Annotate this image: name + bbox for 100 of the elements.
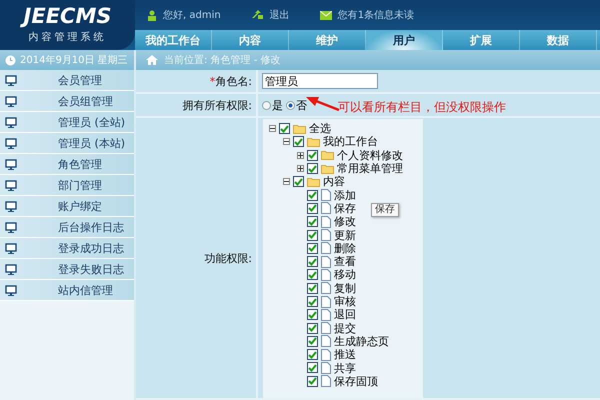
field-label: 拥有所有权限: [182, 98, 252, 112]
tree-label[interactable]: 更新 [334, 228, 356, 243]
tree-label[interactable]: 个人资料修改 [337, 148, 403, 163]
checkbox[interactable] [307, 282, 318, 294]
checkbox[interactable] [307, 163, 318, 174]
expand-icon[interactable] [297, 152, 304, 159]
monitor-icon [5, 180, 17, 190]
checkbox[interactable] [307, 202, 318, 214]
checkbox[interactable] [307, 362, 318, 374]
annotation-text: 可以看所有栏目，但没权限操作 [338, 99, 506, 116]
sidebar-item[interactable]: 登录成功日志 [0, 238, 134, 259]
checkbox[interactable] [307, 336, 318, 347]
radio-option[interactable]: 否 [286, 98, 307, 112]
document-icon [321, 216, 331, 228]
sidebar-item[interactable]: 登录失败日志 [0, 259, 134, 280]
checkbox[interactable] [307, 150, 318, 161]
sidebar-item[interactable]: 角色管理 [0, 154, 134, 175]
monitor-icon [5, 138, 17, 148]
sidebar-item[interactable]: 账户绑定 [0, 196, 134, 217]
document-icon [321, 229, 331, 242]
logout-link[interactable]: 退出 [270, 8, 290, 22]
tree-label[interactable]: 生成静态页 [334, 334, 389, 349]
tree-label[interactable]: 退回 [334, 307, 356, 322]
checkbox[interactable] [307, 269, 318, 280]
tree-label[interactable]: 添加 [334, 188, 356, 203]
sidebar-item[interactable]: 部门管理 [0, 175, 134, 196]
document-icon [321, 375, 331, 388]
document-icon [321, 242, 331, 254]
monitor-icon [5, 264, 17, 274]
tree-label[interactable]: 保存 [334, 200, 356, 216]
field-label: 功能权限: [204, 250, 252, 266]
collapse-icon[interactable] [283, 138, 290, 146]
date-text: 2014年9月10日 星期三 [20, 54, 128, 67]
tree-label[interactable]: 保存固顶 [334, 374, 378, 389]
tooltip: 保存 [371, 202, 399, 217]
checkbox[interactable] [307, 376, 318, 387]
monitor-icon [5, 96, 17, 106]
document-icon [321, 282, 331, 294]
checkbox[interactable] [307, 349, 318, 360]
monitor-icon [5, 74, 17, 86]
sidebar-item[interactable]: 会员管理 [0, 70, 134, 91]
mail-icon [320, 10, 332, 20]
tree-label[interactable]: 修改 [334, 214, 356, 230]
folder-icon [307, 136, 320, 147]
checkbox[interactable] [307, 309, 318, 320]
checkbox[interactable] [293, 136, 304, 148]
tree-label[interactable]: 常用菜单管理 [337, 161, 403, 176]
collapse-icon[interactable] [283, 178, 290, 186]
tree-label[interactable]: 内容 [323, 174, 345, 190]
monitor-icon [5, 116, 17, 128]
tree-label[interactable]: 删除 [334, 240, 356, 256]
annotation-arrow [306, 96, 340, 112]
document-icon [321, 362, 331, 374]
document-icon [321, 335, 331, 348]
monitor-icon [5, 158, 17, 170]
monitor-icon [5, 200, 17, 212]
document-icon [321, 256, 331, 268]
tree-label[interactable]: 查看 [334, 254, 356, 270]
collapse-icon[interactable] [269, 125, 276, 132]
tree-label[interactable]: 复制 [334, 280, 356, 296]
sidebar-item[interactable]: 会员组管理 [0, 91, 134, 112]
document-icon [321, 202, 331, 214]
document-icon [321, 296, 331, 308]
role-name-field[interactable]: 管理员 [262, 73, 378, 89]
sidebar-item[interactable]: 管理员 (全站) [0, 112, 134, 133]
tree-label[interactable]: 共享 [334, 360, 356, 376]
checkbox[interactable] [279, 123, 290, 134]
tree-label[interactable]: 审核 [334, 294, 356, 310]
sidebar-item[interactable]: 后台操作日志 [0, 217, 134, 238]
checkbox[interactable] [307, 216, 318, 228]
tree-label[interactable]: 推送 [334, 347, 356, 362]
nav-tab[interactable]: 用户 [366, 30, 443, 50]
monitor-icon [5, 284, 17, 296]
messages-link[interactable]: 您有1条信息未读 [338, 8, 414, 22]
checkbox[interactable] [307, 296, 318, 307]
field-label: *角色名: [210, 74, 252, 88]
sidebar-item[interactable]: 管理员 (本站) [0, 133, 134, 154]
document-icon [321, 189, 331, 202]
tree-label[interactable]: 全选 [309, 121, 331, 136]
expand-icon[interactable] [297, 165, 304, 172]
tree-label[interactable]: 提交 [334, 320, 356, 336]
folder-icon [293, 124, 306, 134]
checkbox[interactable] [307, 256, 318, 268]
checkbox[interactable] [307, 242, 318, 254]
greeting-text: 您好, admin [163, 9, 221, 22]
tree-label[interactable]: 移动 [334, 267, 356, 282]
monitor-icon [5, 242, 17, 254]
monitor-icon [5, 222, 17, 232]
sidebar-item[interactable]: 站内信管理 [0, 280, 134, 301]
radio-option[interactable]: 是 [262, 98, 283, 112]
document-icon [321, 268, 331, 281]
folder-icon [321, 164, 334, 174]
logout-icon[interactable] [250, 10, 264, 20]
tree-label[interactable]: 我的工作台 [323, 134, 378, 150]
checkbox[interactable] [307, 322, 318, 334]
checkbox[interactable] [307, 230, 318, 241]
checkbox[interactable] [293, 176, 304, 188]
document-icon [321, 322, 331, 334]
checkbox[interactable] [307, 190, 318, 201]
folder-icon [321, 150, 334, 160]
